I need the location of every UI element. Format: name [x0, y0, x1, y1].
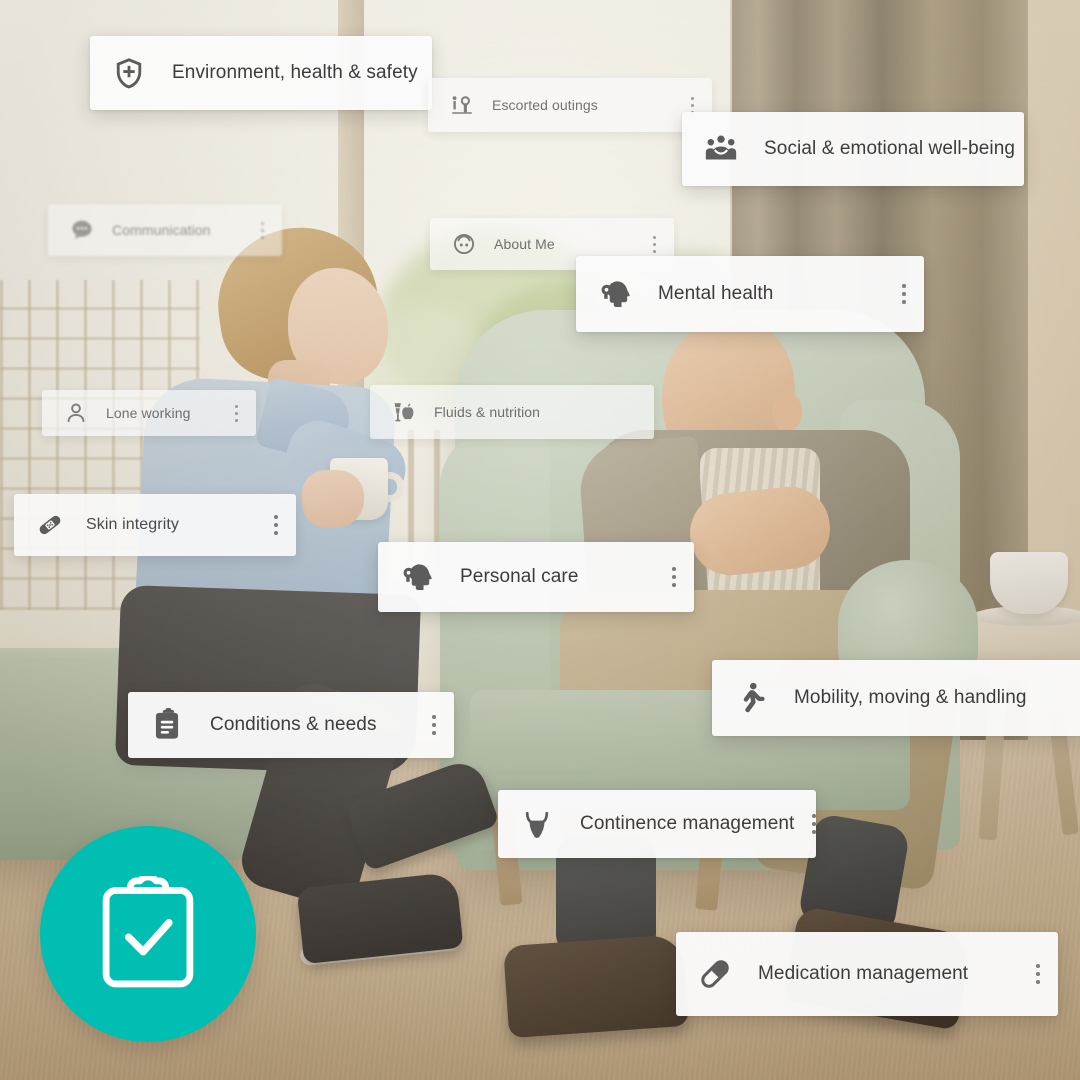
- card-overflow-menu[interactable]: [1036, 964, 1040, 984]
- category-card-personal-care[interactable]: Personal care: [378, 542, 694, 612]
- category-card-medication-management[interactable]: Medication management: [676, 932, 1058, 1016]
- category-card-social-emotional-well-being[interactable]: Social & emotional well-being: [682, 112, 1024, 186]
- bladder-icon: [520, 807, 554, 841]
- category-card-label: Skin integrity: [86, 516, 179, 533]
- menu-dot: [672, 583, 676, 587]
- category-card-fluids-nutrition[interactable]: Fluids & nutrition: [370, 385, 654, 439]
- category-card-communication[interactable]: Communication: [48, 204, 282, 256]
- category-card-continence-management[interactable]: Continence management: [498, 790, 817, 858]
- category-card-lone-working[interactable]: Lone working: [42, 390, 256, 436]
- menu-dot: [691, 103, 694, 107]
- menu-dot: [812, 822, 817, 826]
- menu-dot: [261, 221, 264, 225]
- category-card-label: Environment, health & safety: [172, 62, 418, 83]
- menu-dot: [812, 830, 817, 834]
- head-profile-icon: [598, 277, 632, 311]
- pill-capsule-icon: [698, 957, 732, 991]
- menu-dot: [1036, 980, 1040, 984]
- menu-dot: [261, 235, 264, 239]
- card-overflow-menu[interactable]: [235, 404, 238, 422]
- category-card-label: Lone working: [106, 405, 191, 421]
- cup-apple-icon: [392, 400, 416, 424]
- person-tree-icon: [450, 93, 474, 117]
- menu-dot: [653, 242, 656, 246]
- category-card-label: Continence management: [580, 813, 795, 834]
- menu-dot: [235, 418, 238, 422]
- card-overflow-menu[interactable]: [261, 221, 264, 239]
- menu-dot: [432, 715, 436, 719]
- menu-dot: [902, 300, 906, 304]
- category-card-label: Mobility, moving & handling: [794, 687, 1027, 708]
- head-shower-icon: [400, 560, 434, 594]
- composition-canvas: Environment, health & safety Escorted out…: [0, 0, 1080, 1080]
- category-card-label: Escorted outings: [492, 97, 598, 113]
- walking-person-icon: [734, 681, 768, 715]
- menu-dot: [274, 531, 278, 535]
- menu-dot: [274, 523, 278, 527]
- shield-cross-icon: [112, 56, 146, 90]
- menu-dot: [1036, 972, 1040, 976]
- category-card-mental-health[interactable]: Mental health: [576, 256, 924, 332]
- category-card-environment-health-safety[interactable]: Environment, health & safety: [90, 36, 432, 110]
- card-overflow-menu[interactable]: [691, 96, 694, 114]
- menu-dot: [235, 404, 238, 408]
- menu-dot: [902, 284, 906, 288]
- category-card-escorted-outings[interactable]: Escorted outings: [428, 78, 712, 132]
- category-card-mobility-moving-handling[interactable]: Mobility, moving & handling: [712, 660, 1080, 736]
- clipboard-lines-icon: [150, 708, 184, 742]
- menu-dot: [432, 731, 436, 735]
- card-overflow-menu[interactable]: [812, 814, 817, 834]
- menu-dot: [691, 96, 694, 100]
- card-overflow-menu[interactable]: [902, 284, 906, 304]
- menu-dot: [274, 515, 278, 519]
- people-group-icon: [704, 132, 738, 166]
- category-card-conditions-needs[interactable]: Conditions & needs: [128, 692, 454, 758]
- category-card-skin-integrity[interactable]: Skin integrity: [14, 494, 296, 556]
- card-overflow-menu[interactable]: [274, 515, 278, 535]
- category-card-label: Communication: [112, 222, 211, 238]
- face-icon: [452, 232, 476, 256]
- category-card-label: Fluids & nutrition: [434, 404, 541, 420]
- category-card-label: Mental health: [658, 283, 774, 304]
- category-card-label: Personal care: [460, 566, 579, 587]
- menu-dot: [235, 411, 238, 415]
- menu-dot: [902, 292, 906, 296]
- menu-dot: [261, 228, 264, 232]
- bandage-icon: [36, 511, 64, 539]
- clipboard-check-icon: [102, 876, 194, 988]
- menu-dot: [812, 814, 817, 818]
- clipboard-check-badge[interactable]: [40, 826, 256, 1042]
- category-card-label: Medication management: [758, 963, 969, 984]
- menu-dot: [653, 235, 656, 239]
- category-card-label: Social & emotional well-being: [764, 138, 1016, 159]
- card-overflow-menu[interactable]: [653, 235, 656, 253]
- menu-dot: [653, 249, 656, 253]
- card-overflow-menu[interactable]: [672, 567, 676, 587]
- menu-dot: [432, 723, 436, 727]
- menu-dot: [672, 575, 676, 579]
- single-person-icon: [64, 401, 88, 425]
- card-overflow-menu[interactable]: [432, 715, 436, 735]
- menu-dot: [1036, 964, 1040, 968]
- speech-bubble-icon: [70, 218, 94, 242]
- menu-dot: [672, 567, 676, 571]
- category-card-label: Conditions & needs: [210, 714, 377, 735]
- category-card-label: About Me: [494, 236, 555, 252]
